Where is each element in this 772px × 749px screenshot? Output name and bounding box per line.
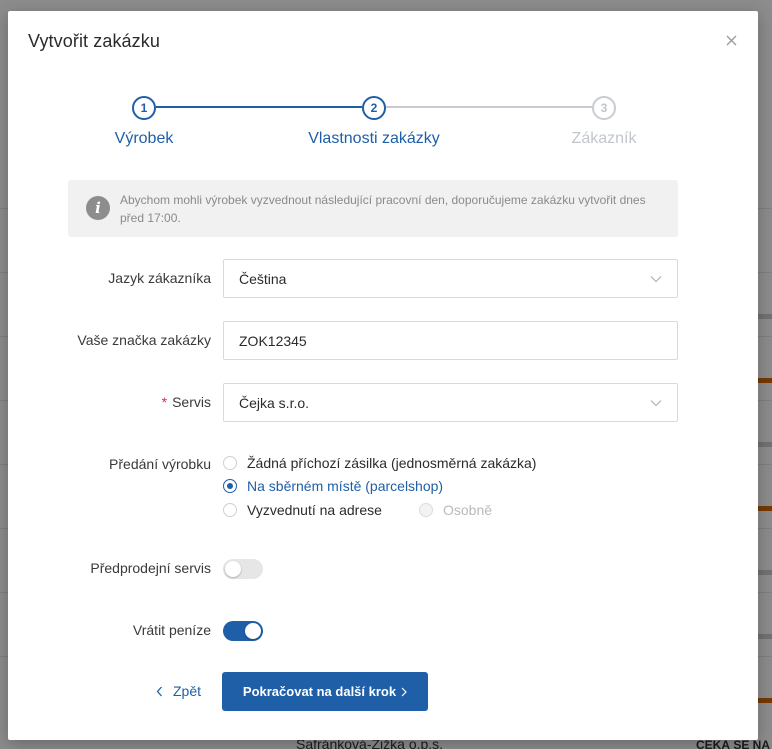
step-1-label[interactable]: Výrobek [115, 130, 174, 148]
radio-button[interactable] [223, 456, 237, 470]
step-connector-pending [386, 106, 592, 108]
presale-label: Předprodejní servis [90, 560, 211, 576]
back-button[interactable]: Zpět [156, 681, 201, 701]
radio-label: Žádná příchozí zásilka (jednosměrná zaká… [247, 455, 537, 471]
handover-option-personal: Osobně [419, 502, 492, 518]
radio-label: Na sběrném místě (parcelshop) [247, 478, 444, 494]
reference-value: ZOK12345 [239, 332, 307, 349]
info-icon: i [86, 196, 110, 220]
refund-toggle[interactable] [223, 621, 263, 641]
next-step-label: Pokračovat na další krok [242, 684, 397, 699]
service-value: Čejka s.r.o. [239, 394, 310, 411]
toggle-knob [225, 561, 241, 577]
chevron-right-icon [401, 687, 407, 696]
handover-label: Předání výrobku [109, 456, 211, 472]
radio-button-disabled [419, 503, 433, 517]
step-2-circle[interactable]: 2 [362, 96, 386, 120]
language-label: Jazyk zákazníka [108, 270, 211, 286]
radio-button-checked[interactable] [223, 479, 237, 493]
info-text: Abychom mohli výrobek vyzvednout následu… [120, 193, 646, 225]
radio-label: Osobně [443, 502, 493, 518]
language-select[interactable]: Čeština [223, 259, 678, 298]
language-value: Čeština [239, 270, 287, 287]
reference-label: Vaše značka zakázky [77, 332, 211, 348]
next-step-button[interactable]: Pokračovat na další krok [222, 672, 428, 711]
step-2-label[interactable]: Vlastnosti zakázky [308, 130, 440, 148]
info-banner: i Abychom mohli výrobek vyzvednout násle… [68, 180, 678, 237]
step-1-circle[interactable]: 1 [132, 96, 156, 120]
refund-label: Vrátit peníze [132, 622, 211, 638]
create-order-modal: Vytvořit zakázku 1 2 3 Výrobek Vlastnost… [8, 11, 758, 740]
service-select[interactable]: Čejka s.r.o. [223, 383, 678, 422]
stepper: 1 2 3 Výrobek Vlastnosti zakázky Zákazní… [8, 11, 758, 171]
service-label-text: Servis [172, 394, 211, 410]
radio-label: Vyzvednutí na adrese [247, 502, 382, 518]
reference-input[interactable]: ZOK12345 [223, 321, 678, 360]
handover-option-parcelshop[interactable]: Na sběrném místě (parcelshop) [223, 478, 443, 494]
step-3-label: Zákazník [571, 130, 637, 147]
service-label: * Servis [162, 394, 211, 410]
step-connector-done [156, 106, 362, 108]
required-marker: * [161, 394, 168, 410]
presale-toggle[interactable] [223, 559, 263, 579]
radio-button[interactable] [223, 503, 237, 517]
chevron-down-icon [650, 273, 662, 285]
back-button-label: Zpět [173, 683, 202, 699]
chevron-down-icon [650, 397, 662, 409]
handover-option-pickup[interactable]: Vyzvednutí na adrese [223, 502, 382, 518]
chevron-left-icon [156, 686, 162, 696]
step-3-circle: 3 [592, 96, 616, 120]
toggle-knob [245, 623, 261, 639]
handover-option-none[interactable]: Žádná příchozí zásilka (jednosměrná zaká… [223, 455, 536, 471]
